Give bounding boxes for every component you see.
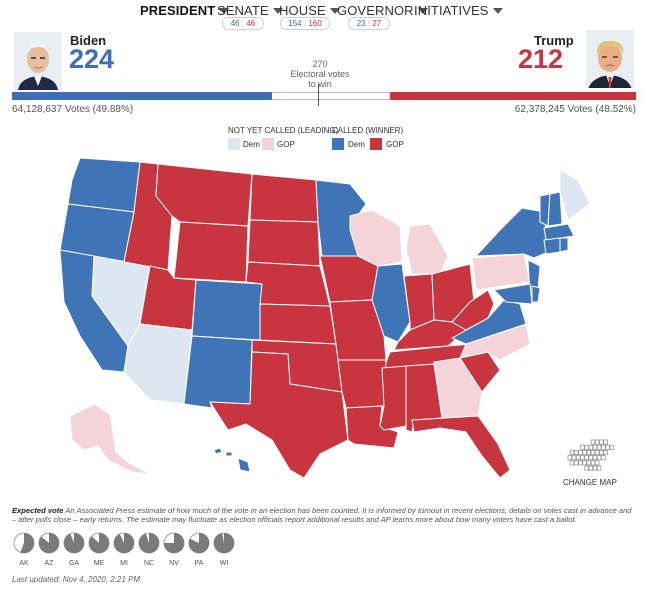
us-electoral-map [59, 157, 591, 479]
expected-vote-pie-me: ME [87, 532, 111, 567]
pie-label: AZ [44, 560, 54, 567]
state-mississippi[interactable] [379, 365, 407, 431]
hex-cell [586, 449, 591, 455]
pie-slice [139, 533, 160, 553]
pie-label: ME [93, 560, 105, 567]
hex-cell [588, 455, 593, 461]
expected-vote-pie-pa: PA [187, 532, 211, 567]
hex-cell [597, 444, 602, 450]
state-pennsylvania[interactable] [471, 253, 531, 291]
hex-cell [584, 444, 589, 450]
state-alaska[interactable] [69, 403, 151, 475]
hex-cell [592, 444, 598, 450]
hex-cell [594, 460, 600, 466]
hex-cell [567, 455, 572, 461]
hex-cell [569, 460, 575, 466]
hex-cell [594, 449, 600, 455]
hex-cell [578, 449, 583, 455]
state-michigan[interactable] [405, 223, 449, 275]
state-delaware[interactable] [531, 285, 541, 303]
state-maine[interactable] [559, 169, 591, 221]
state-hawaii[interactable] [213, 447, 251, 473]
state-north-dakota[interactable] [249, 173, 319, 223]
pie-label: NC [143, 560, 155, 567]
pie-slice [214, 533, 235, 553]
state-new-york[interactable] [475, 207, 549, 259]
hex-cell [584, 455, 589, 461]
expected-vote-pie-ga: GA [62, 532, 86, 567]
hex-cell [586, 460, 591, 466]
hex-cell [599, 439, 604, 445]
hex-cell [580, 455, 585, 461]
hex-cell [601, 455, 606, 461]
state-connecticut[interactable] [543, 237, 561, 255]
hex-cell [597, 465, 602, 471]
state-kansas[interactable] [259, 303, 337, 345]
hex-cell [582, 449, 587, 455]
hex-cell [592, 455, 598, 461]
expected-vote-pie-mi: MI [112, 532, 136, 567]
hex-cell [569, 449, 575, 455]
hex-cell [590, 439, 596, 445]
pie-label: GA [68, 560, 80, 567]
pie-label: AK [19, 560, 29, 567]
hex-cell [588, 465, 593, 471]
hex-cell [588, 444, 593, 450]
hex-cell [590, 449, 596, 455]
hex-cell [609, 444, 614, 450]
expected-vote-pie-wi: WI [212, 532, 236, 567]
expected-vote-pie-ak: AK [12, 532, 36, 567]
hex-cell [601, 444, 606, 450]
hex-cell [605, 444, 610, 450]
expected-vote-pie-nc: NC [137, 532, 161, 567]
expected-vote-text: An Associated Press estimate of how much… [12, 506, 632, 524]
state-south-dakota[interactable] [247, 219, 321, 267]
state-colorado[interactable] [191, 279, 263, 341]
hex-cell [578, 460, 583, 466]
state-new-mexico[interactable] [183, 335, 253, 409]
hex-cell [594, 439, 600, 445]
state-iowa[interactable] [319, 255, 379, 303]
pie-label: NV [169, 560, 179, 567]
state-arizona[interactable] [123, 323, 193, 405]
pie-label: PA [194, 560, 204, 567]
pie-label: MI [120, 560, 128, 567]
hex-cell [584, 465, 589, 471]
pie-label: WI [219, 560, 229, 567]
hex-cell [573, 460, 579, 466]
state-new-hampshire[interactable] [547, 191, 563, 227]
state-washington[interactable] [67, 157, 141, 213]
state-florida[interactable] [411, 415, 511, 479]
expected-vote-pie-az: AZ [37, 532, 61, 567]
hex-cell [603, 449, 608, 455]
state-arkansas[interactable] [337, 359, 387, 409]
hex-cell [603, 439, 608, 445]
last-updated: Last updated: Nov 4, 2020, 2:21 PM [12, 575, 141, 584]
state-wyoming[interactable] [173, 221, 249, 283]
hex-cell [573, 449, 579, 455]
hex-cell [599, 449, 604, 455]
change-map-button[interactable]: CHANGE MAP [563, 478, 617, 487]
hex-map-icon[interactable] [564, 438, 614, 474]
expected-vote-label: Expected vote [12, 506, 64, 515]
hex-cell [592, 465, 598, 471]
hex-cell [597, 455, 602, 461]
hex-cell [590, 460, 596, 466]
hex-cell [575, 455, 581, 461]
hex-cell [571, 455, 577, 461]
hex-cell [582, 460, 587, 466]
expected-vote-note: Expected vote An Associated Press estima… [12, 506, 632, 524]
state-rhode-island[interactable] [559, 237, 569, 253]
hex-cell [580, 444, 585, 450]
state-maryland[interactable] [493, 283, 533, 305]
expected-vote-pie-nv: NV [162, 532, 186, 567]
